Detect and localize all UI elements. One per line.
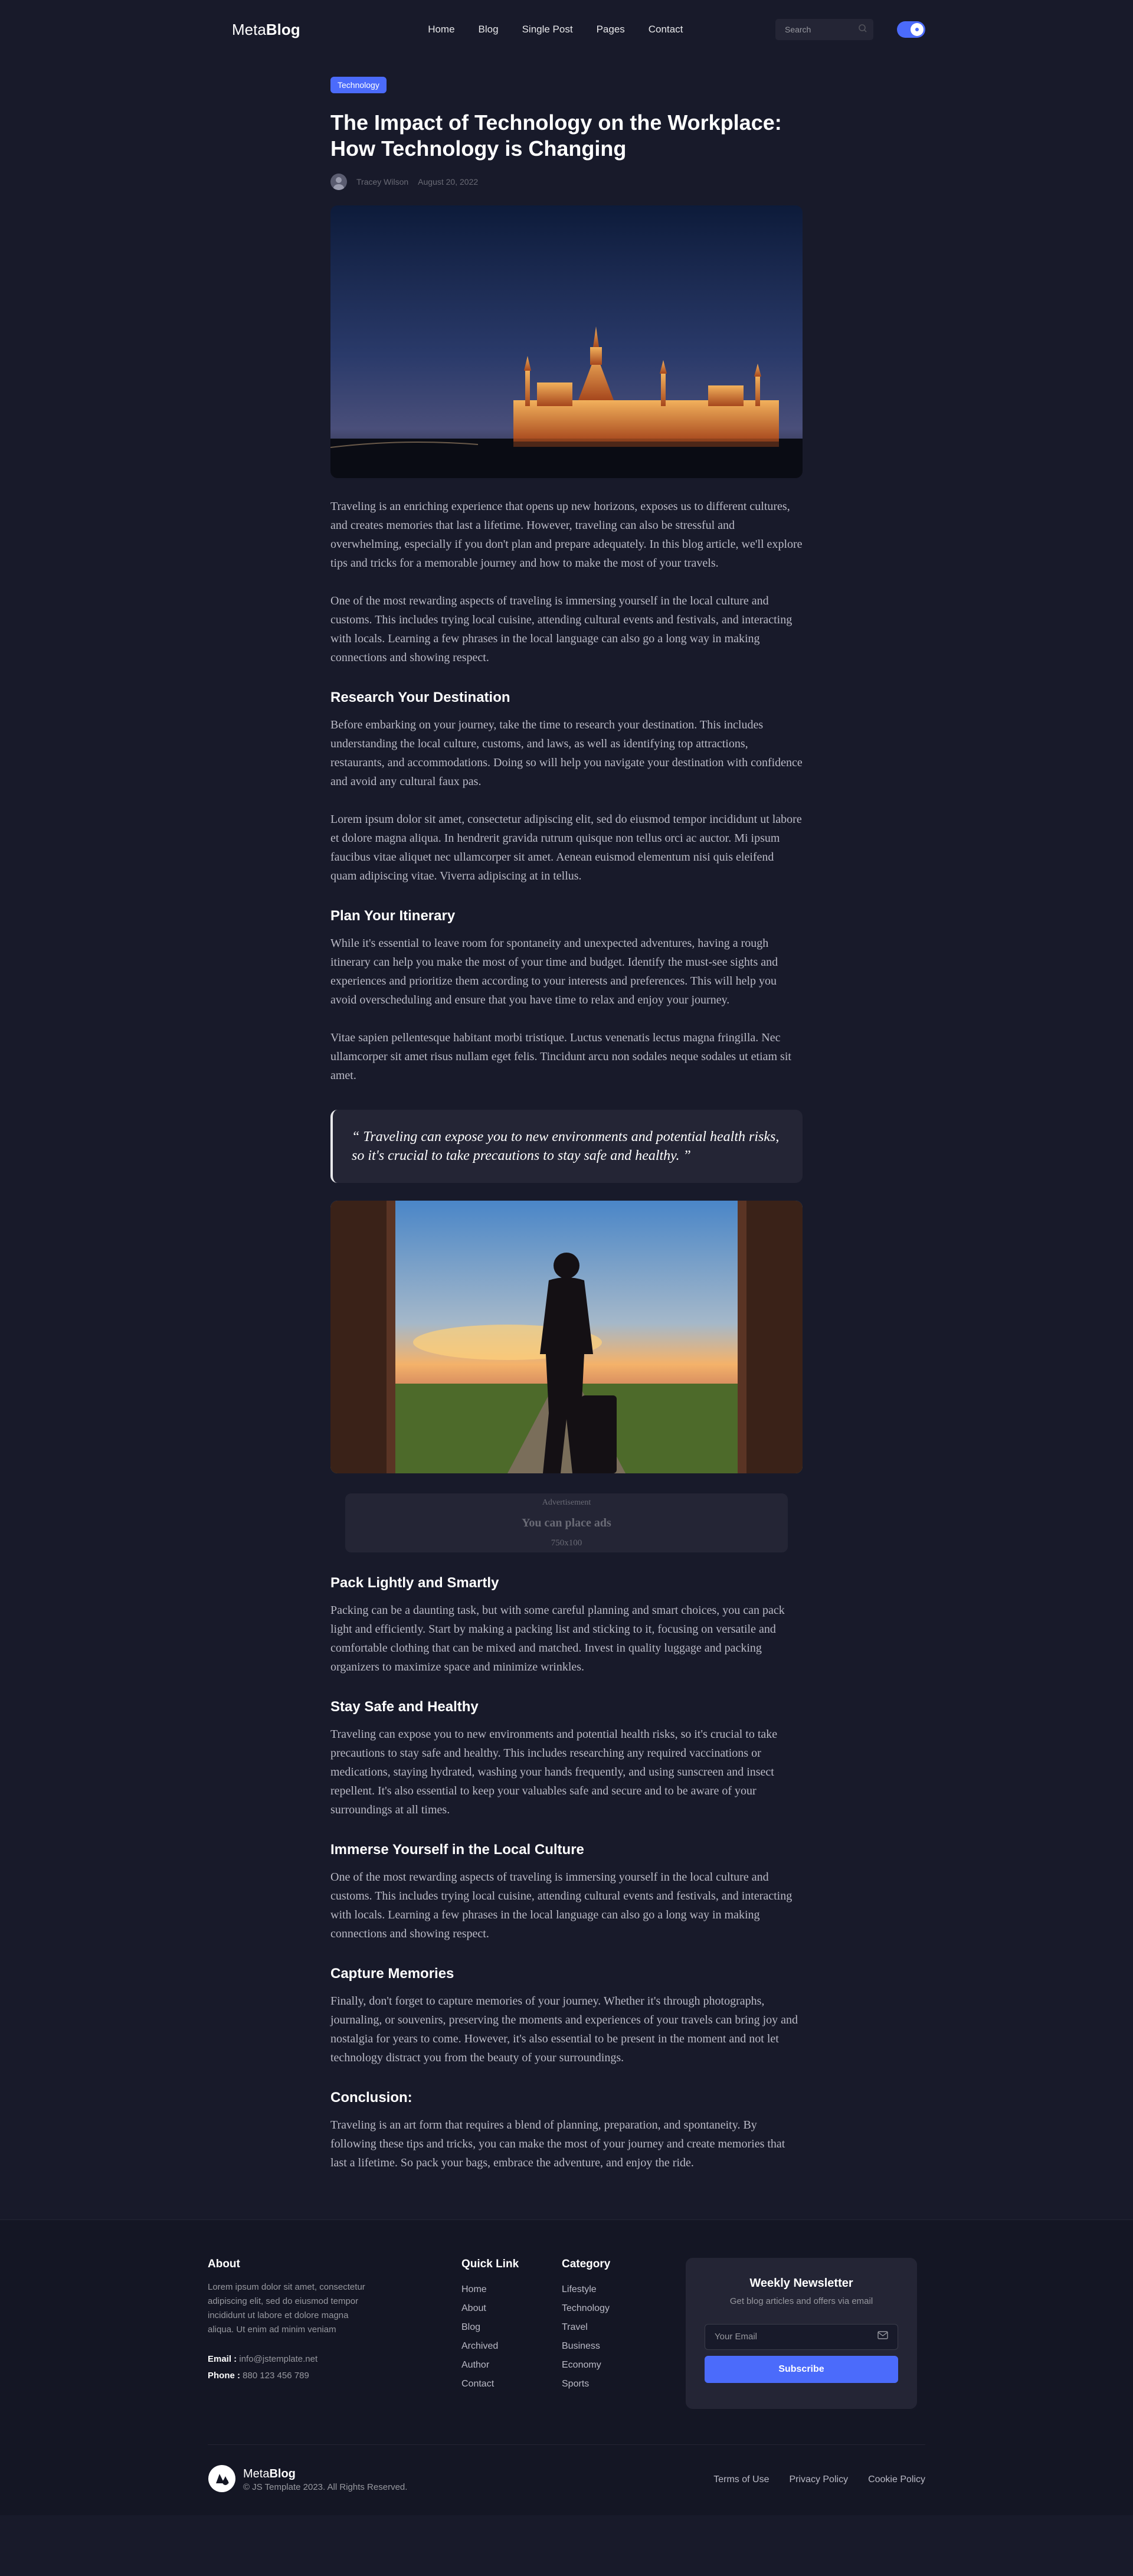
section-heading: Capture Memories	[330, 1965, 454, 1982]
footer-link-blog[interactable]: Blog	[461, 2318, 562, 2337]
paragraph: Before embarking on your journey, take t…	[330, 718, 803, 788]
email-label: Email :	[208, 2353, 237, 2364]
footer-brand: MetaBlog © JS Template 2023. All Rights …	[208, 2464, 407, 2496]
subscribe-button[interactable]: Subscribe	[705, 2355, 898, 2383]
article-meta: Tracey Wilson August 20, 2022	[330, 173, 803, 190]
mail-icon	[877, 2331, 888, 2342]
site-header: Meta Blog Home Blog Single Post Pages Con…	[0, 0, 1133, 59]
legal-links: Terms of Use Privacy Policy Cookie Polic…	[713, 2474, 925, 2485]
newsletter-title: Weekly Newsletter	[749, 2276, 853, 2290]
footer-category-lifestyle[interactable]: Lifestyle	[562, 2280, 686, 2299]
section-heading: Immerse Yourself in the Local Culture	[330, 1841, 584, 1858]
paragraph: Traveling is an art form that requires a…	[330, 2118, 785, 2169]
footer-link-about[interactable]: About	[461, 2299, 562, 2318]
quick-links-title: Quick Link	[461, 2257, 519, 2270]
category-title: Category	[562, 2257, 611, 2270]
footer-category-travel[interactable]: Travel	[562, 2318, 686, 2337]
paragraph: Vitae sapien pellentesque habitant morbi…	[330, 1031, 791, 1082]
email-link[interactable]: info@jstemplate.net	[239, 2354, 317, 2364]
footer-about-title: About	[208, 2257, 240, 2270]
brand-light-text: Meta	[243, 2467, 270, 2481]
footer-contact: Email : info@jstemplate.net Phone : 880 …	[208, 2351, 373, 2384]
category-badge[interactable]: Technology	[330, 77, 387, 93]
search-icon[interactable]	[858, 24, 867, 36]
ad-text: You can place ads	[522, 1516, 611, 1529]
copyright-text: © JS Template 2023. All Rights Reserved.	[243, 2482, 408, 2493]
footer-link-author[interactable]: Author	[461, 2356, 562, 2375]
section-heading: Stay Safe and Healthy	[330, 1698, 479, 1715]
logo-bold-text: Blog	[266, 20, 300, 38]
brand-bold-text: Blog	[269, 2467, 296, 2481]
section-heading: Conclusion:	[330, 2089, 412, 2106]
footer-about: About Lorem ipsum dolor sit amet, consec…	[208, 2258, 373, 2444]
footer-category-technology[interactable]: Technology	[562, 2299, 686, 2318]
footer-about-text: Lorem ipsum dolor sit amet, consectetur …	[208, 2281, 365, 2335]
ad-size: 750x100	[551, 1538, 582, 1548]
newsletter-subtitle: Get blog articles and offers via email	[729, 2296, 873, 2306]
paragraph: Packing can be a daunting task, but with…	[330, 1603, 785, 1673]
footer-link-archived[interactable]: Archived	[461, 2337, 562, 2356]
brand-logo-icon[interactable]	[208, 2464, 236, 2496]
main-nav: Home Blog Single Post Pages Contact	[428, 24, 683, 35]
site-footer: About Lorem ipsum dolor sit amet, consec…	[0, 2219, 1133, 2515]
phone-number: 880 123 456 789	[243, 2370, 309, 2381]
footer-link-contact[interactable]: Contact	[461, 2375, 562, 2394]
sun-icon	[915, 28, 919, 31]
nav-contact[interactable]: Contact	[649, 24, 683, 35]
pull-quote: “ Traveling can expose you to new enviro…	[330, 1109, 803, 1183]
footer-category-business[interactable]: Business	[562, 2337, 686, 2356]
search-box	[775, 19, 873, 40]
nav-home[interactable]: Home	[428, 24, 454, 35]
cookie-link[interactable]: Cookie Policy	[868, 2474, 925, 2485]
newsletter-email-box	[705, 2323, 898, 2350]
theme-toggle-knob	[910, 23, 924, 36]
article: Technology The Impact of Technology on t…	[330, 59, 803, 2172]
nav-single-post[interactable]: Single Post	[522, 24, 573, 35]
author-name[interactable]: Tracey Wilson	[356, 177, 408, 187]
newsletter-email-input[interactable]	[715, 2332, 862, 2342]
footer-top: About Lorem ipsum dolor sit amet, consec…	[0, 2220, 1133, 2444]
footer-link-home[interactable]: Home	[461, 2280, 562, 2299]
phone-label: Phone :	[208, 2370, 240, 2381]
footer-bottom: MetaBlog © JS Template 2023. All Rights …	[208, 2444, 925, 2515]
privacy-link[interactable]: Privacy Policy	[789, 2474, 848, 2485]
newsletter-card: Weekly Newsletter Get blog articles and …	[686, 2257, 917, 2409]
publish-date: August 20, 2022	[418, 176, 479, 187]
nav-blog[interactable]: Blog	[479, 24, 499, 35]
paragraph: Traveling can expose you to new environm…	[330, 1727, 778, 1816]
search-input[interactable]	[784, 25, 850, 34]
footer-quick-links: Quick Link Home About Blog Archived Auth…	[461, 2258, 562, 2444]
terms-link[interactable]: Terms of Use	[713, 2474, 769, 2485]
paragraph: Finally, don't forget to capture memorie…	[330, 1994, 798, 2064]
article-body: Traveling is an enriching experience tha…	[330, 497, 803, 2172]
ad-label: Advertisement	[542, 1498, 591, 1507]
paragraph: Traveling is an enriching experience tha…	[330, 499, 803, 570]
paragraph: Lorem ipsum dolor sit amet, consectetur …	[330, 812, 802, 882]
paragraph: One of the most rewarding aspects of tra…	[330, 1870, 793, 1940]
theme-toggle[interactable]	[896, 21, 925, 38]
logo-light-text: Meta	[232, 20, 266, 38]
advertisement-banner[interactable]: Advertisement You can place ads 750x100	[345, 1493, 788, 1552]
hero-image-parliament	[330, 205, 803, 478]
nav-pages[interactable]: Pages	[597, 24, 625, 35]
section-heading: Pack Lightly and Smartly	[330, 1574, 499, 1591]
footer-category-sports[interactable]: Sports	[562, 2375, 686, 2394]
section-heading: Research Your Destination	[330, 689, 510, 705]
traveler-image	[330, 1200, 803, 1473]
author-avatar	[330, 173, 347, 190]
paragraph: One of the most rewarding aspects of tra…	[330, 594, 793, 664]
footer-category-economy[interactable]: Economy	[562, 2356, 686, 2375]
section-heading: Plan Your Itinerary	[330, 907, 456, 924]
header-actions	[775, 19, 925, 40]
paragraph: While it's essential to leave room for s…	[330, 936, 778, 1006]
article-title: The Impact of Technology on the Workplac…	[330, 110, 782, 161]
site-logo[interactable]: Meta Blog	[232, 21, 300, 39]
footer-categories: Category Lifestyle Technology Travel Bus…	[562, 2258, 686, 2444]
